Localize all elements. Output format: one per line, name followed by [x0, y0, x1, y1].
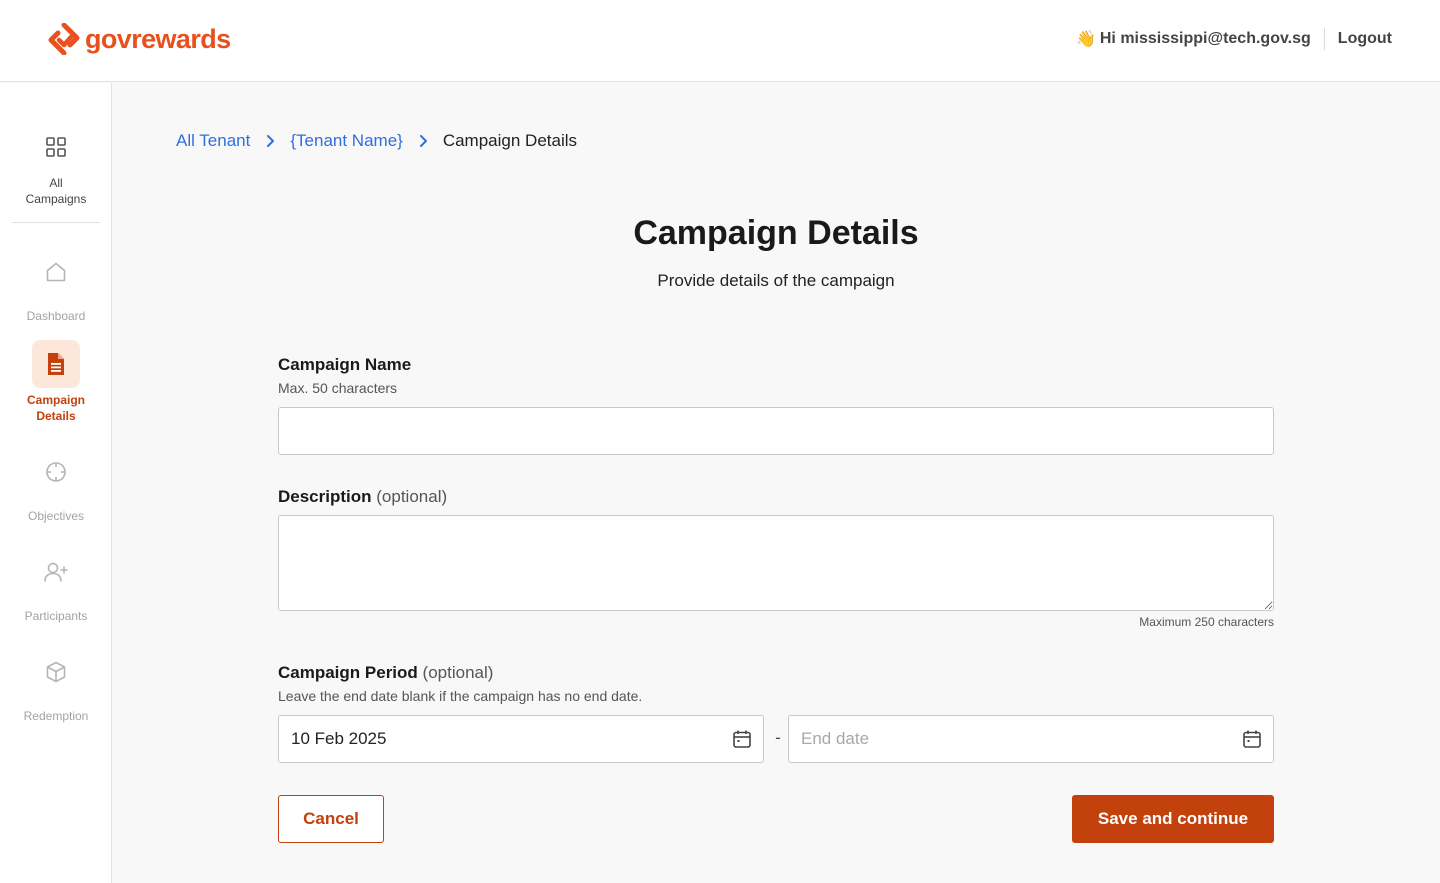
user-plus-icon — [32, 548, 80, 596]
grid-icon — [32, 123, 80, 171]
page-subtitle: Provide details of the campaign — [657, 271, 895, 290]
sidebar-item-label: Objectives — [27, 509, 85, 523]
page-title: Campaign Details — [633, 214, 919, 252]
optional-tag: (optional) — [422, 663, 494, 682]
breadcrumb-tenant-name[interactable]: {Tenant Name} — [290, 131, 402, 151]
breadcrumb: All Tenant {Tenant Name} Campaign Detail… — [176, 130, 577, 152]
breadcrumb-all-tenant[interactable]: All Tenant — [176, 131, 250, 151]
document-icon — [32, 340, 80, 388]
logo-icon — [48, 23, 80, 55]
campaign-period-hint: Leave the end date blank if the campaign… — [278, 688, 643, 704]
sidebar-item-label: Dashboard — [26, 309, 86, 323]
campaign-name-input[interactable] — [278, 407, 1274, 455]
description-label-text: Description — [278, 487, 372, 506]
sidebar-item-campaign-details[interactable]: Campaign Details — [0, 340, 112, 424]
sidebar-item-participants[interactable]: Participants — [0, 548, 112, 624]
sidebar-item-dashboard[interactable]: Dashboard — [0, 248, 112, 324]
description-textarea[interactable] — [278, 515, 1274, 611]
campaign-period-label-text: Campaign Period — [278, 663, 418, 682]
end-date-placeholder: End date — [801, 729, 870, 748]
start-date-picker[interactable]: 10 Feb 2025 — [278, 715, 764, 763]
optional-tag: (optional) — [376, 487, 448, 506]
top-header: govrewards 👋 Hi mississippi@tech.gov.sg … — [0, 0, 1440, 82]
campaign-name-hint: Max. 50 characters — [278, 380, 398, 396]
user-greeting: Hi mississippi@tech.gov.sg — [1099, 30, 1311, 47]
sidebar-item-label: Participants — [24, 609, 88, 623]
header-divider — [1323, 28, 1325, 50]
end-date-picker[interactable]: End date — [788, 715, 1274, 763]
sidebar-item-objectives[interactable]: Objectives — [0, 448, 112, 524]
save-and-continue-button[interactable]: Save and continue — [1072, 795, 1274, 843]
description-label: Description (optional) — [278, 487, 447, 507]
sidebar-item-all-campaigns[interactable]: All Campaigns — [0, 123, 112, 207]
sidebar-item-label: Campaign Details — [26, 393, 85, 423]
govrewards-logo[interactable]: govrewards — [48, 22, 231, 56]
date-range-separator: - — [775, 728, 781, 747]
sidebar-item-redemption[interactable]: Redemption — [0, 648, 112, 724]
chevron-right-icon — [418, 134, 428, 148]
sidebar-item-label: Redemption — [23, 709, 89, 723]
sidebar: All Campaigns Dashboard Campaign Details — [0, 83, 112, 883]
cancel-button[interactable]: Cancel — [278, 795, 384, 843]
sidebar-divider — [12, 222, 100, 223]
calendar-icon[interactable] — [731, 728, 753, 750]
start-date-value: 10 Feb 2025 — [291, 729, 387, 748]
logout-button[interactable]: Logout — [1338, 30, 1392, 48]
campaign-period-label: Campaign Period (optional) — [278, 663, 493, 683]
campaign-name-label-text: Campaign Name — [278, 355, 412, 374]
user-area: 👋 Hi mississippi@tech.gov.sg Logout — [1076, 27, 1392, 51]
box-icon — [32, 648, 80, 696]
sidebar-item-label: All Campaigns — [25, 176, 87, 206]
logo-text: govrewards — [85, 24, 231, 54]
home-icon — [32, 248, 80, 296]
crosshair-icon — [32, 448, 80, 496]
breadcrumb-current: Campaign Details — [442, 131, 578, 150]
chevron-right-icon — [265, 134, 275, 148]
campaign-name-label: Campaign Name — [278, 355, 411, 375]
wave-icon: 👋 — [1075, 31, 1096, 48]
calendar-icon[interactable] — [1241, 728, 1263, 750]
description-char-limit: Maximum 250 characters — [1139, 615, 1274, 629]
